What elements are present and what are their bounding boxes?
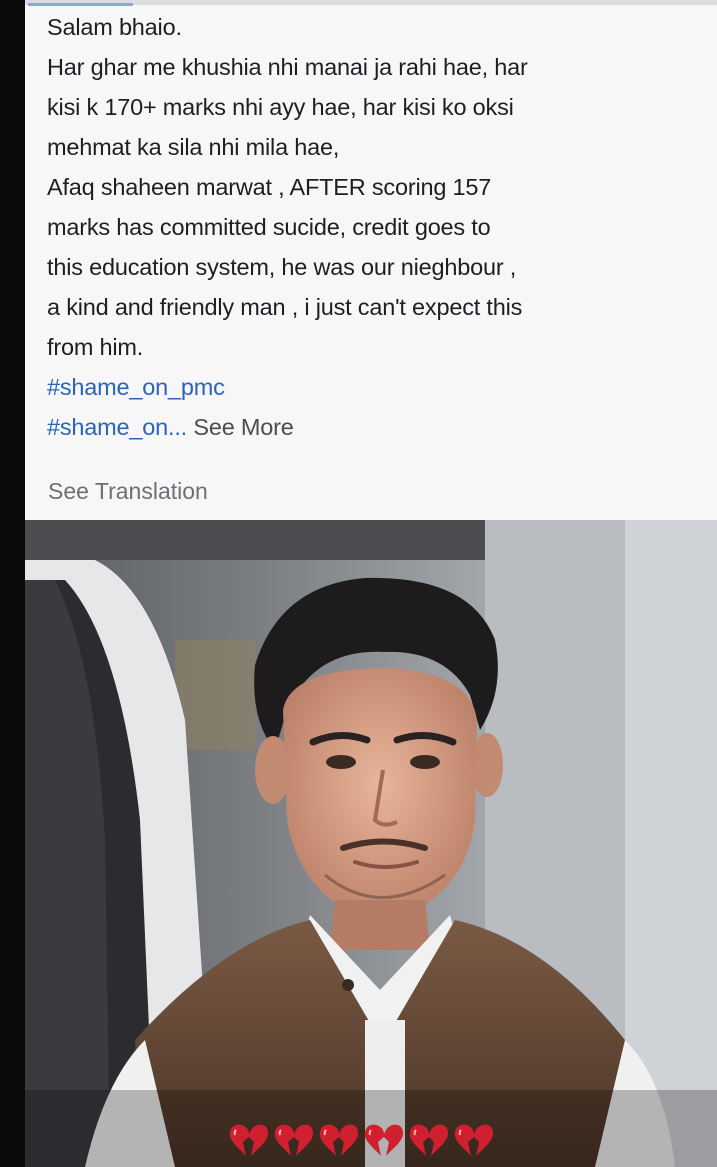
tab-indicator (28, 3, 133, 6)
broken-heart-icon (409, 1124, 449, 1156)
post-line: kisi k 170+ marks nhi ayy hae, har kisi … (47, 94, 514, 120)
hashtag-link[interactable]: #shame_on_pmc (47, 374, 225, 400)
post-card: Salam bhaio. Har ghar me khushia nhi man… (25, 0, 717, 520)
post-body: Salam bhaio. Har ghar me khushia nhi man… (47, 13, 699, 447)
post-line: Afaq shaheen marwat , AFTER scoring 157 (47, 174, 492, 200)
post-greeting: Salam bhaio. (47, 14, 182, 40)
broken-heart-icon (364, 1124, 404, 1156)
post-line: marks has committed sucide, credit goes … (47, 214, 491, 240)
see-more-link[interactable]: See More (193, 414, 293, 440)
portrait-illustration (25, 520, 717, 1167)
hashtag-link[interactable]: #shame_on... (47, 414, 187, 440)
post-line: Har ghar me khushia nhi manai ja rahi ha… (47, 54, 528, 80)
broken-heart-icon (229, 1124, 269, 1156)
broken-heart-icon (274, 1124, 314, 1156)
post-line: a kind and friendly man , i just can't e… (47, 294, 523, 320)
post-line: from him. (47, 334, 144, 360)
broken-heart-row (226, 1120, 496, 1160)
broken-heart-icon (454, 1124, 494, 1156)
post-line: this education system, he was our nieghb… (47, 254, 517, 280)
see-translation-link[interactable]: See Translation (48, 478, 208, 505)
post-line: mehmat ka sila nhi mila hae, (47, 134, 340, 160)
broken-heart-icon (319, 1124, 359, 1156)
screen-left-edge (0, 0, 25, 1167)
post-photo[interactable] (25, 520, 717, 1167)
